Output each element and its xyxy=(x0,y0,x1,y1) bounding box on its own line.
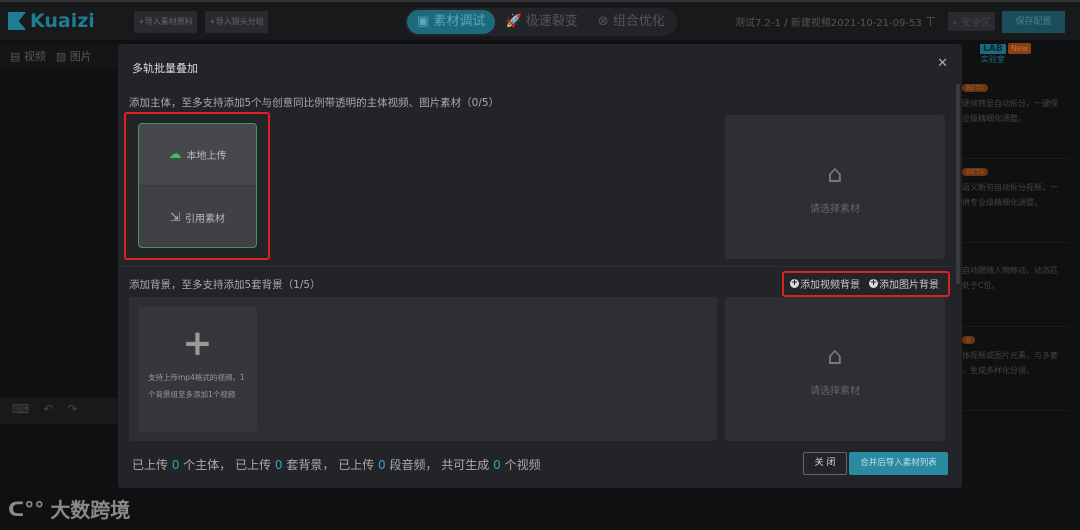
plus-icon: + xyxy=(182,323,213,364)
mode-label: 组合优化 xyxy=(612,14,665,29)
media-tabs: ▤ 视频 ▨ 图片 xyxy=(0,44,118,68)
safe-zone-label: 安全区 xyxy=(961,18,992,29)
scrollbar[interactable] xyxy=(956,84,960,284)
undo-icon[interactable]: ↶ xyxy=(43,402,53,420)
preview-placeholder: 请选择素材 xyxy=(810,385,860,397)
import-raw-button[interactable]: +导入素材原料 xyxy=(134,11,197,33)
mode-combo-optimize[interactable]: ⊗ 组合优化 xyxy=(588,10,675,34)
mode-material-debug[interactable]: ▣ 素材调试 xyxy=(407,10,496,34)
feature-item[interactable]: BETA 语义断句自动拆分视频，一 供专业级精细化调整。 xyxy=(962,159,1070,243)
logo: Kuaizi xyxy=(8,10,95,32)
new-badge: New xyxy=(1008,43,1032,54)
lab-button[interactable]: LAB 实验室 xyxy=(980,44,1006,65)
feature-desc: 语义断句自动拆分视频，一 xyxy=(962,183,1058,192)
feature-desc: 处于C位。 xyxy=(962,281,1000,290)
audio-count: 0 xyxy=(378,458,386,472)
beta-badge: A xyxy=(962,336,975,344)
tab-video[interactable]: ▤ 视频 xyxy=(10,48,46,64)
breadcrumb: 测试7.2-1 / 新建视频2021-10-21-09-53 ⊤ xyxy=(735,14,936,30)
feature-item[interactable]: A 体视频或图片元素，与多套 ，生成多样化分镜。 xyxy=(962,327,1070,411)
video-count: 0 xyxy=(493,458,501,472)
batch-overlay-dialog: 多轨批量叠加 ✕ 添加主体，至多支持添加5个与创意同比例带透明的主体视频、图片素… xyxy=(118,44,962,488)
close-button[interactable]: 关 闭 xyxy=(803,452,847,475)
feature-desc: 业级精细化调整。 xyxy=(962,114,1026,123)
open-box-icon: ⌂ xyxy=(827,159,843,188)
open-box-icon: ⌂ xyxy=(827,341,843,370)
feature-desc: 自动跟随人物移动，动态匹 xyxy=(962,266,1058,275)
feature-desc: ，生成多样化分镜。 xyxy=(962,366,1034,375)
divider xyxy=(118,266,956,267)
upload-hint: 支持上传mp4格式的视频，1个背景组至多添加1个视频 xyxy=(148,373,245,399)
logo-text: Kuaizi xyxy=(30,10,95,32)
summary-text: 个主体， 已上传 xyxy=(179,458,275,472)
beta-badge: BETA xyxy=(962,84,988,92)
mode-fast-fission[interactable]: 🚀 极速裂变 xyxy=(495,10,587,34)
redo-icon[interactable]: ↷ xyxy=(67,402,77,420)
feature-list: BETA 逐帧转显自动拆分，一键保 业级精细化调整。 BETA 语义断句自动拆分视频，… xyxy=(962,75,1070,411)
subject-label: 添加主体，至多支持添加5个与创意同比例带透明的主体视频、图片素材（0/5） xyxy=(129,97,500,109)
pin-icon[interactable]: ⊤ xyxy=(925,15,936,30)
mode-label: 素材调试 xyxy=(433,14,486,29)
highlight-box xyxy=(782,271,950,297)
feature-desc: 体视频或图片元素，与多套 xyxy=(962,351,1058,360)
mode-label: 极速裂变 xyxy=(525,14,578,29)
import-group-button[interactable]: +导入镜头分组 xyxy=(205,11,268,33)
tab-label: 视频 xyxy=(23,50,46,63)
summary-text: 个视频 xyxy=(500,458,541,472)
summary-text: 段音频， 共可生成 xyxy=(385,458,494,472)
dialog-title: 多轨批量叠加 xyxy=(132,62,198,75)
upload-summary: 已上传 0 个主体， 已上传 0 套背景， 已上传 0 段音频， 共可生成 0 … xyxy=(132,456,541,473)
highlight-box xyxy=(124,112,270,260)
background-preview: ⌂ 请选择素材 xyxy=(725,297,945,441)
save-config-button[interactable]: 保存配置 xyxy=(1002,11,1065,33)
background-count: 0 xyxy=(274,458,283,472)
summary-text: 已上传 xyxy=(132,458,172,472)
tab-image[interactable]: ▨ 图片 xyxy=(56,48,92,64)
mode-switch: ▣ 素材调试 🚀 极速裂变 ⊗ 组合优化 xyxy=(405,8,677,36)
background-upload-box[interactable]: + 支持上传mp4格式的视频，1个背景组至多添加1个视频 xyxy=(138,307,257,432)
feature-desc: 逐帧转显自动拆分，一键保 xyxy=(962,99,1058,108)
beta-badge: BETA xyxy=(962,168,988,176)
top-bar: Kuaizi +导入素材原料 +导入镜头分组 ▣ 素材调试 🚀 极速裂变 ⊗ 组… xyxy=(0,0,1080,40)
watermark: ᑕ°° 大数跨境 xyxy=(8,494,130,523)
merge-import-button[interactable]: 合并后导入素材列表 xyxy=(849,452,948,475)
lab-badge: LAB xyxy=(980,44,1006,54)
lab-label: 实验室 xyxy=(980,55,1005,64)
tab-label: 图片 xyxy=(69,50,92,63)
watermark-logo-icon: ᑕ°° xyxy=(8,496,45,521)
editor-toolbar: ⌨ ↶ ↷ xyxy=(0,398,118,424)
background-label: 添加背景，至多支持添加5套背景（1/5） xyxy=(129,279,321,291)
close-icon[interactable]: ✕ xyxy=(937,56,948,71)
preview-placeholder: 请选择素材 xyxy=(810,203,860,215)
safe-zone-toggle[interactable]: • 安全区 xyxy=(948,12,996,31)
watermark-text: 大数跨境 xyxy=(50,498,131,522)
feature-desc: 供专业级精细化调整。 xyxy=(962,198,1042,207)
breadcrumb-separator: / xyxy=(784,18,788,29)
subject-preview: ⌂ 请选择素材 xyxy=(725,115,945,259)
logo-icon xyxy=(8,12,26,30)
project-name[interactable]: 测试7.2-1 xyxy=(735,18,781,29)
keyboard-icon[interactable]: ⌨ xyxy=(12,402,29,420)
video-name[interactable]: 新建视频2021-10-21-09-53 xyxy=(791,18,922,29)
feature-item[interactable]: BETA 逐帧转显自动拆分，一键保 业级精细化调整。 xyxy=(962,75,1070,159)
summary-text: 套背景， 已上传 xyxy=(282,458,379,472)
feature-item[interactable]: 自动跟随人物移动，动态匹 处于C位。 xyxy=(962,243,1070,327)
